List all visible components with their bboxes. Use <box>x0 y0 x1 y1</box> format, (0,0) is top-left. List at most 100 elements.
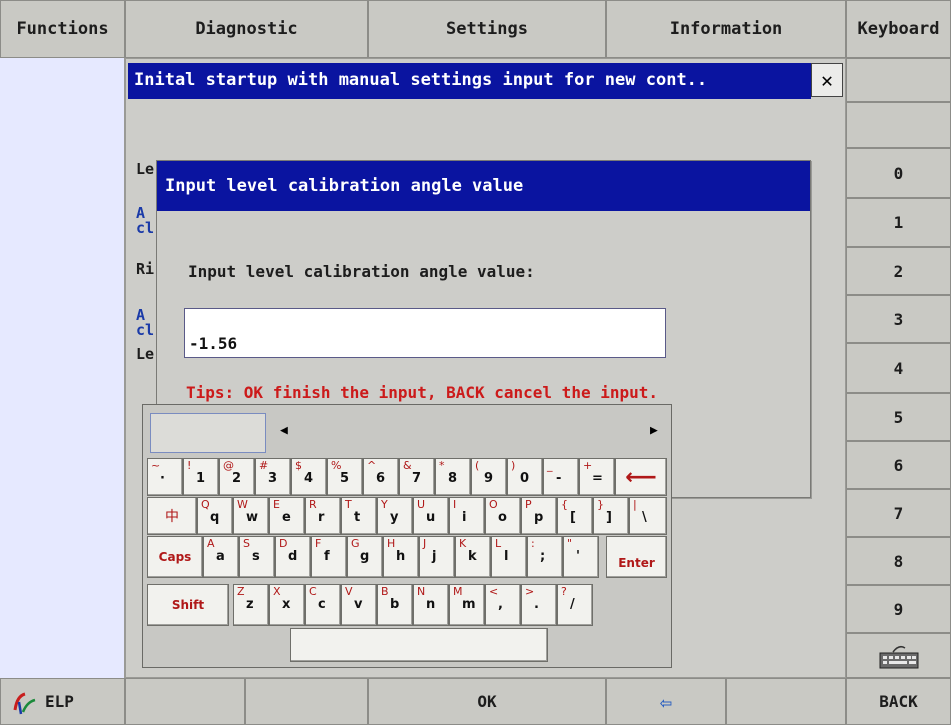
value-input[interactable]: -1.56 <box>184 308 666 358</box>
key[interactable]: Ss <box>239 536 275 578</box>
key[interactable]: Ff <box>311 536 347 578</box>
key-char: 4 <box>304 471 314 486</box>
ok-button[interactable]: OK <box>368 678 606 725</box>
shift-key[interactable]: Shift <box>147 584 229 626</box>
key[interactable]: Ww <box>233 497 269 535</box>
side-button-blank[interactable] <box>846 58 951 102</box>
keyboard-right-arrow-icon[interactable]: ▶ <box>650 423 658 438</box>
key[interactable]: " ' <box>563 536 599 578</box>
key[interactable]: Aa <box>203 536 239 578</box>
key[interactable]: Cc <box>305 584 341 626</box>
bottom-blank-button[interactable] <box>245 678 368 725</box>
back-arrow-button[interactable]: ⇦ <box>606 678 726 725</box>
digit-key-6[interactable]: 6 <box>846 441 951 489</box>
tab-settings[interactable]: Settings <box>368 0 606 58</box>
space-key[interactable] <box>290 628 548 662</box>
backspace-key[interactable]: ⟵ <box>615 458 667 496</box>
key[interactable]: & 7 <box>399 458 435 496</box>
key[interactable]: % 5 <box>327 458 363 496</box>
key-char: q <box>210 510 220 525</box>
key[interactable]: _ - <box>543 458 579 496</box>
back-button[interactable]: BACK <box>846 678 951 725</box>
key[interactable]: $4 <box>291 458 327 496</box>
key-char: z <box>246 597 254 612</box>
key[interactable]: ! 1 <box>183 458 219 496</box>
key-char: j <box>432 549 437 564</box>
key[interactable]: | \ <box>629 497 667 535</box>
key[interactable]: }] <box>593 497 629 535</box>
key[interactable]: Ii <box>449 497 485 535</box>
key-char: 9 <box>484 471 494 486</box>
bottom-blank-button[interactable] <box>125 678 245 725</box>
key[interactable]: Oo <box>485 497 521 535</box>
key[interactable]: ~ · <box>147 458 183 496</box>
key[interactable]: (9 <box>471 458 507 496</box>
tab-diagnostic[interactable]: Diagnostic <box>125 0 368 58</box>
key[interactable]: Kk <box>455 536 491 578</box>
key[interactable]: Qq <box>197 497 233 535</box>
key[interactable]: @2 <box>219 458 255 496</box>
key[interactable]: ) 0 <box>507 458 543 496</box>
key[interactable]: Vv <box>341 584 377 626</box>
tab-information[interactable]: Information <box>606 0 846 58</box>
digit-key-9[interactable]: 9 <box>846 585 951 633</box>
caps-lock-key[interactable]: Caps <box>147 536 203 578</box>
input-label: Input level calibration angle value: <box>188 262 535 281</box>
key-shift-char: U <box>417 498 426 511</box>
key[interactable]: <, <box>485 584 521 626</box>
key[interactable]: Bb <box>377 584 413 626</box>
key-char: o <box>498 510 507 525</box>
key-shift-char: _ <box>547 459 553 472</box>
digit-key-0[interactable]: 0 <box>846 148 951 198</box>
language-key[interactable]: 中 <box>147 497 197 535</box>
digit-key-1[interactable]: 1 <box>846 198 951 247</box>
key[interactable]: * 8 <box>435 458 471 496</box>
side-button-blank[interactable] <box>846 102 951 148</box>
key[interactable]: Ee <box>269 497 305 535</box>
key[interactable]: >. <box>521 584 557 626</box>
key-shift-char: & <box>403 459 412 472</box>
enter-key[interactable]: Enter <box>606 536 667 578</box>
keyboard-toggle-button[interactable] <box>846 633 951 678</box>
key[interactable]: Gg <box>347 536 383 578</box>
digit-key-3[interactable]: 3 <box>846 295 951 343</box>
key[interactable]: Mm <box>449 584 485 626</box>
keyboard-left-arrow-icon[interactable]: ◀ <box>280 423 288 438</box>
dialog-close-button[interactable]: ✕ <box>811 63 843 97</box>
key[interactable]: ? / <box>557 584 593 626</box>
key[interactable]: Uu <box>413 497 449 535</box>
digit-key-4[interactable]: 4 <box>846 343 951 393</box>
key[interactable]: Jj <box>419 536 455 578</box>
digit-key-7[interactable]: 7 <box>846 489 951 537</box>
key[interactable]: Nn <box>413 584 449 626</box>
key[interactable]: {[ <box>557 497 593 535</box>
keyboard-candidate-box[interactable] <box>150 413 266 453</box>
tab-functions[interactable]: Functions <box>0 0 125 58</box>
key[interactable]: + = <box>579 458 615 496</box>
digit-key-2[interactable]: 2 <box>846 247 951 295</box>
key[interactable]: Zz <box>233 584 269 626</box>
key[interactable]: Rr <box>305 497 341 535</box>
key-shift-char: J <box>423 537 427 550</box>
bottom-blank-button[interactable] <box>726 678 846 725</box>
key[interactable]: #3 <box>255 458 291 496</box>
tab-keyboard[interactable]: Keyboard <box>846 0 951 58</box>
digit-key-5[interactable]: 5 <box>846 393 951 441</box>
key[interactable]: Yy <box>377 497 413 535</box>
digit-key-8[interactable]: 8 <box>846 537 951 585</box>
key[interactable]: Xx <box>269 584 305 626</box>
key-shift-char: * <box>439 459 445 472</box>
elp-button[interactable]: ELP <box>0 678 125 725</box>
key-shift-char: E <box>273 498 280 511</box>
key[interactable]: :; <box>527 536 563 578</box>
key-shift-char: C <box>309 585 317 598</box>
key-shift-char: Q <box>201 498 210 511</box>
key[interactable]: Hh <box>383 536 419 578</box>
key[interactable]: Pp <box>521 497 557 535</box>
left-panel <box>0 58 125 678</box>
key[interactable]: Ll <box>491 536 527 578</box>
key[interactable]: Dd <box>275 536 311 578</box>
key-char: a <box>216 549 225 564</box>
key[interactable]: ^ 6 <box>363 458 399 496</box>
key[interactable]: Tt <box>341 497 377 535</box>
